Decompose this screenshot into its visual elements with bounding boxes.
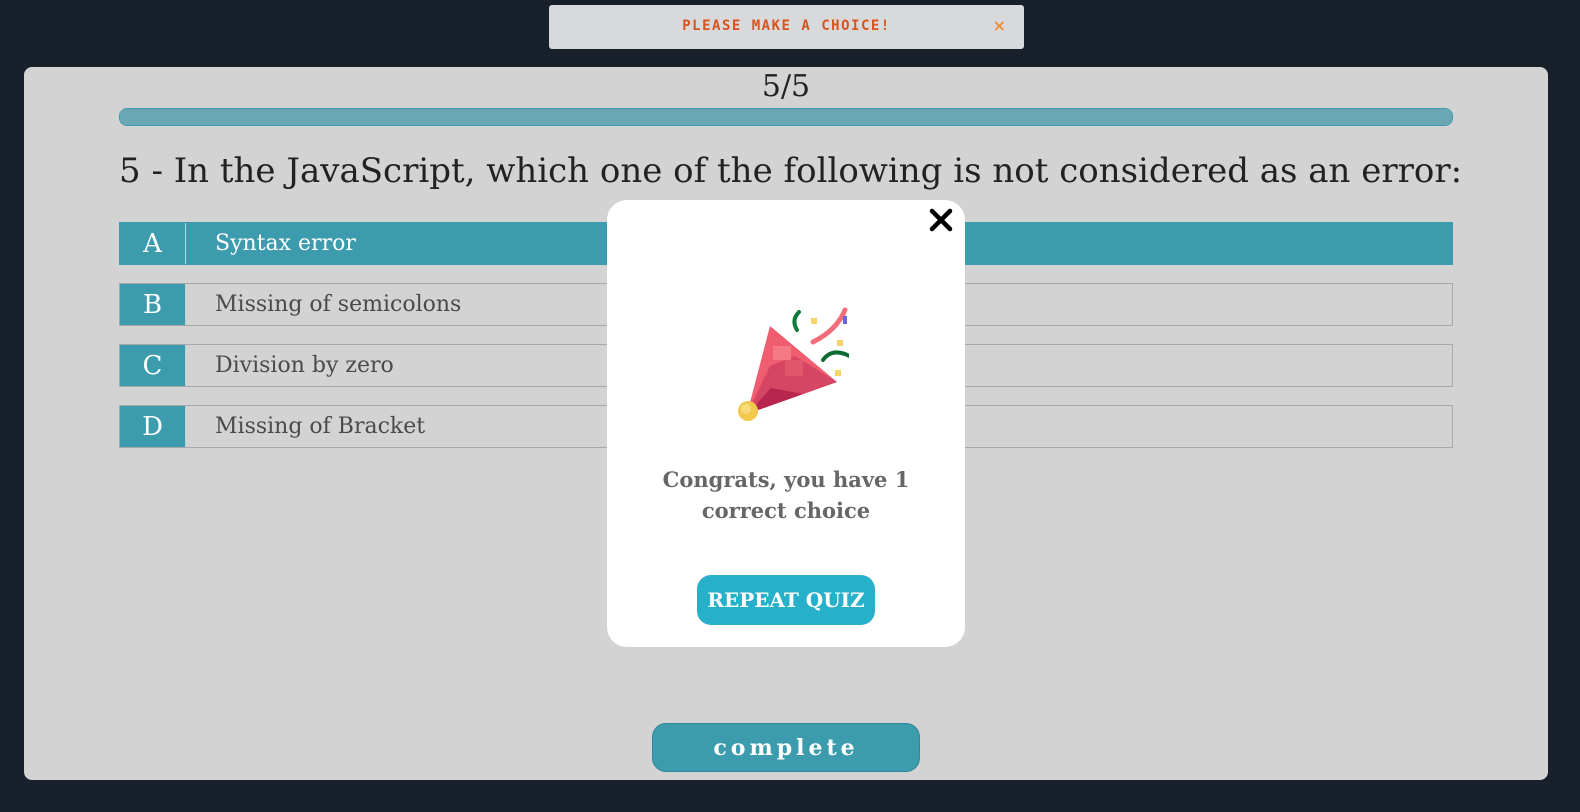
option-letter: D xyxy=(120,406,186,447)
question-text: 5 - In the JavaScript, which one of the … xyxy=(119,151,1463,191)
result-message: Congrats, you have 1 correct choice xyxy=(662,467,910,523)
option-label: Division by zero xyxy=(215,353,394,378)
close-icon[interactable] xyxy=(927,206,955,234)
toast-close-icon[interactable]: × xyxy=(993,17,1006,35)
option-letter: A xyxy=(120,223,186,264)
option-letter: B xyxy=(120,284,186,325)
option-letter: C xyxy=(120,345,186,386)
progress-bar xyxy=(119,108,1453,126)
repeat-quiz-button[interactable]: REPEAT QUIZ xyxy=(697,575,875,625)
toast-message: Please make a choice! xyxy=(682,18,891,34)
toast-notification: Please make a choice! × xyxy=(549,5,1024,49)
option-label: Missing of Bracket xyxy=(215,414,426,439)
complete-button[interactable]: complete xyxy=(652,723,920,772)
question-counter: 5/5 xyxy=(761,69,811,104)
option-label: Missing of semicolons xyxy=(215,292,462,317)
party-popper-icon xyxy=(738,307,849,421)
quiz-page: Please make a choice! × 5/5 5 - In the J… xyxy=(0,0,1568,806)
progress-fill xyxy=(120,109,1452,125)
result-modal: Congrats, you have 1 correct choice REPE… xyxy=(607,200,965,647)
option-label: Syntax error xyxy=(215,231,356,256)
